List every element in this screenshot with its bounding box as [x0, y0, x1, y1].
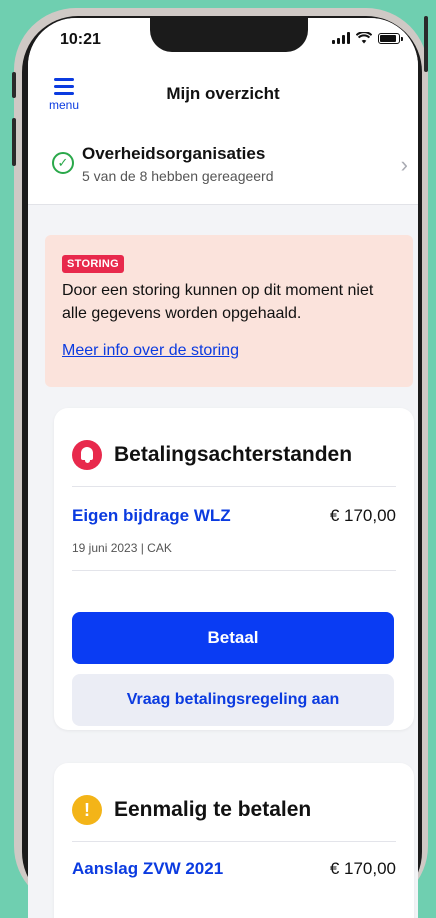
organisations-subtitle: 5 van de 8 hebben gereageerd: [82, 168, 274, 184]
arrears-card-title: Betalingsachterstanden: [114, 443, 353, 466]
app-header: menu Mijn overzicht: [28, 64, 418, 127]
chevron-right-icon: ›: [400, 152, 408, 177]
status-icons: [332, 32, 403, 44]
wifi-icon: [356, 32, 372, 44]
app-screen: 10:21 menu Mijn overzicht ✓ Overheidsorg…: [28, 18, 418, 918]
signal-icon: [332, 32, 350, 44]
divider: [72, 486, 396, 487]
battery-icon: [378, 32, 403, 44]
alert-message: Door een storing kunnen op dit moment ni…: [62, 282, 374, 322]
notch: [150, 18, 308, 52]
status-badge: STORING: [62, 255, 125, 273]
arrears-card: Betalingsachterstanden Eigen bijdrage WL…: [54, 408, 414, 730]
page-title: Mijn overzicht: [166, 84, 280, 103]
onetime-item-title[interactable]: Aanslag ZVW 2021: [72, 859, 223, 879]
onetime-card-title: Eenmalig te betalen: [114, 798, 312, 821]
divider: [72, 570, 396, 571]
phone-volume-button: [12, 118, 16, 166]
status-time: 10:21: [60, 31, 101, 48]
phone-power-button: [424, 16, 428, 72]
divider: [72, 841, 396, 842]
bell-icon: [72, 440, 102, 470]
request-arrangement-button[interactable]: Vraag betalingsregeling aan: [72, 674, 394, 726]
organisations-row[interactable]: ✓ Overheidsorganisaties 5 van de 8 hebbe…: [28, 126, 418, 205]
outage-alert: STORING Door een storing kunnen op dit m…: [45, 235, 413, 387]
organisations-title: Overheidsorganisaties: [82, 144, 266, 163]
arrears-item-title[interactable]: Eigen bijdrage WLZ: [72, 506, 231, 526]
onetime-card: ! Eenmalig te betalen Aanslag ZVW 2021 €…: [54, 763, 414, 918]
onetime-item-amount: € 170,00: [329, 859, 396, 878]
arrears-item-meta: 19 juni 2023 | CAK: [72, 541, 172, 555]
check-circle-icon: ✓: [52, 152, 74, 174]
onetime-card-header: ! Eenmalig te betalen: [72, 795, 311, 825]
arrears-card-header: Betalingsachterstanden: [72, 440, 352, 470]
phone-side-button: [12, 72, 16, 98]
pay-button[interactable]: Betaal: [72, 612, 394, 664]
warning-icon: !: [72, 795, 102, 825]
outage-info-link[interactable]: Meer info over de storing: [62, 342, 239, 360]
arrears-item-amount: € 170,00: [329, 506, 396, 525]
